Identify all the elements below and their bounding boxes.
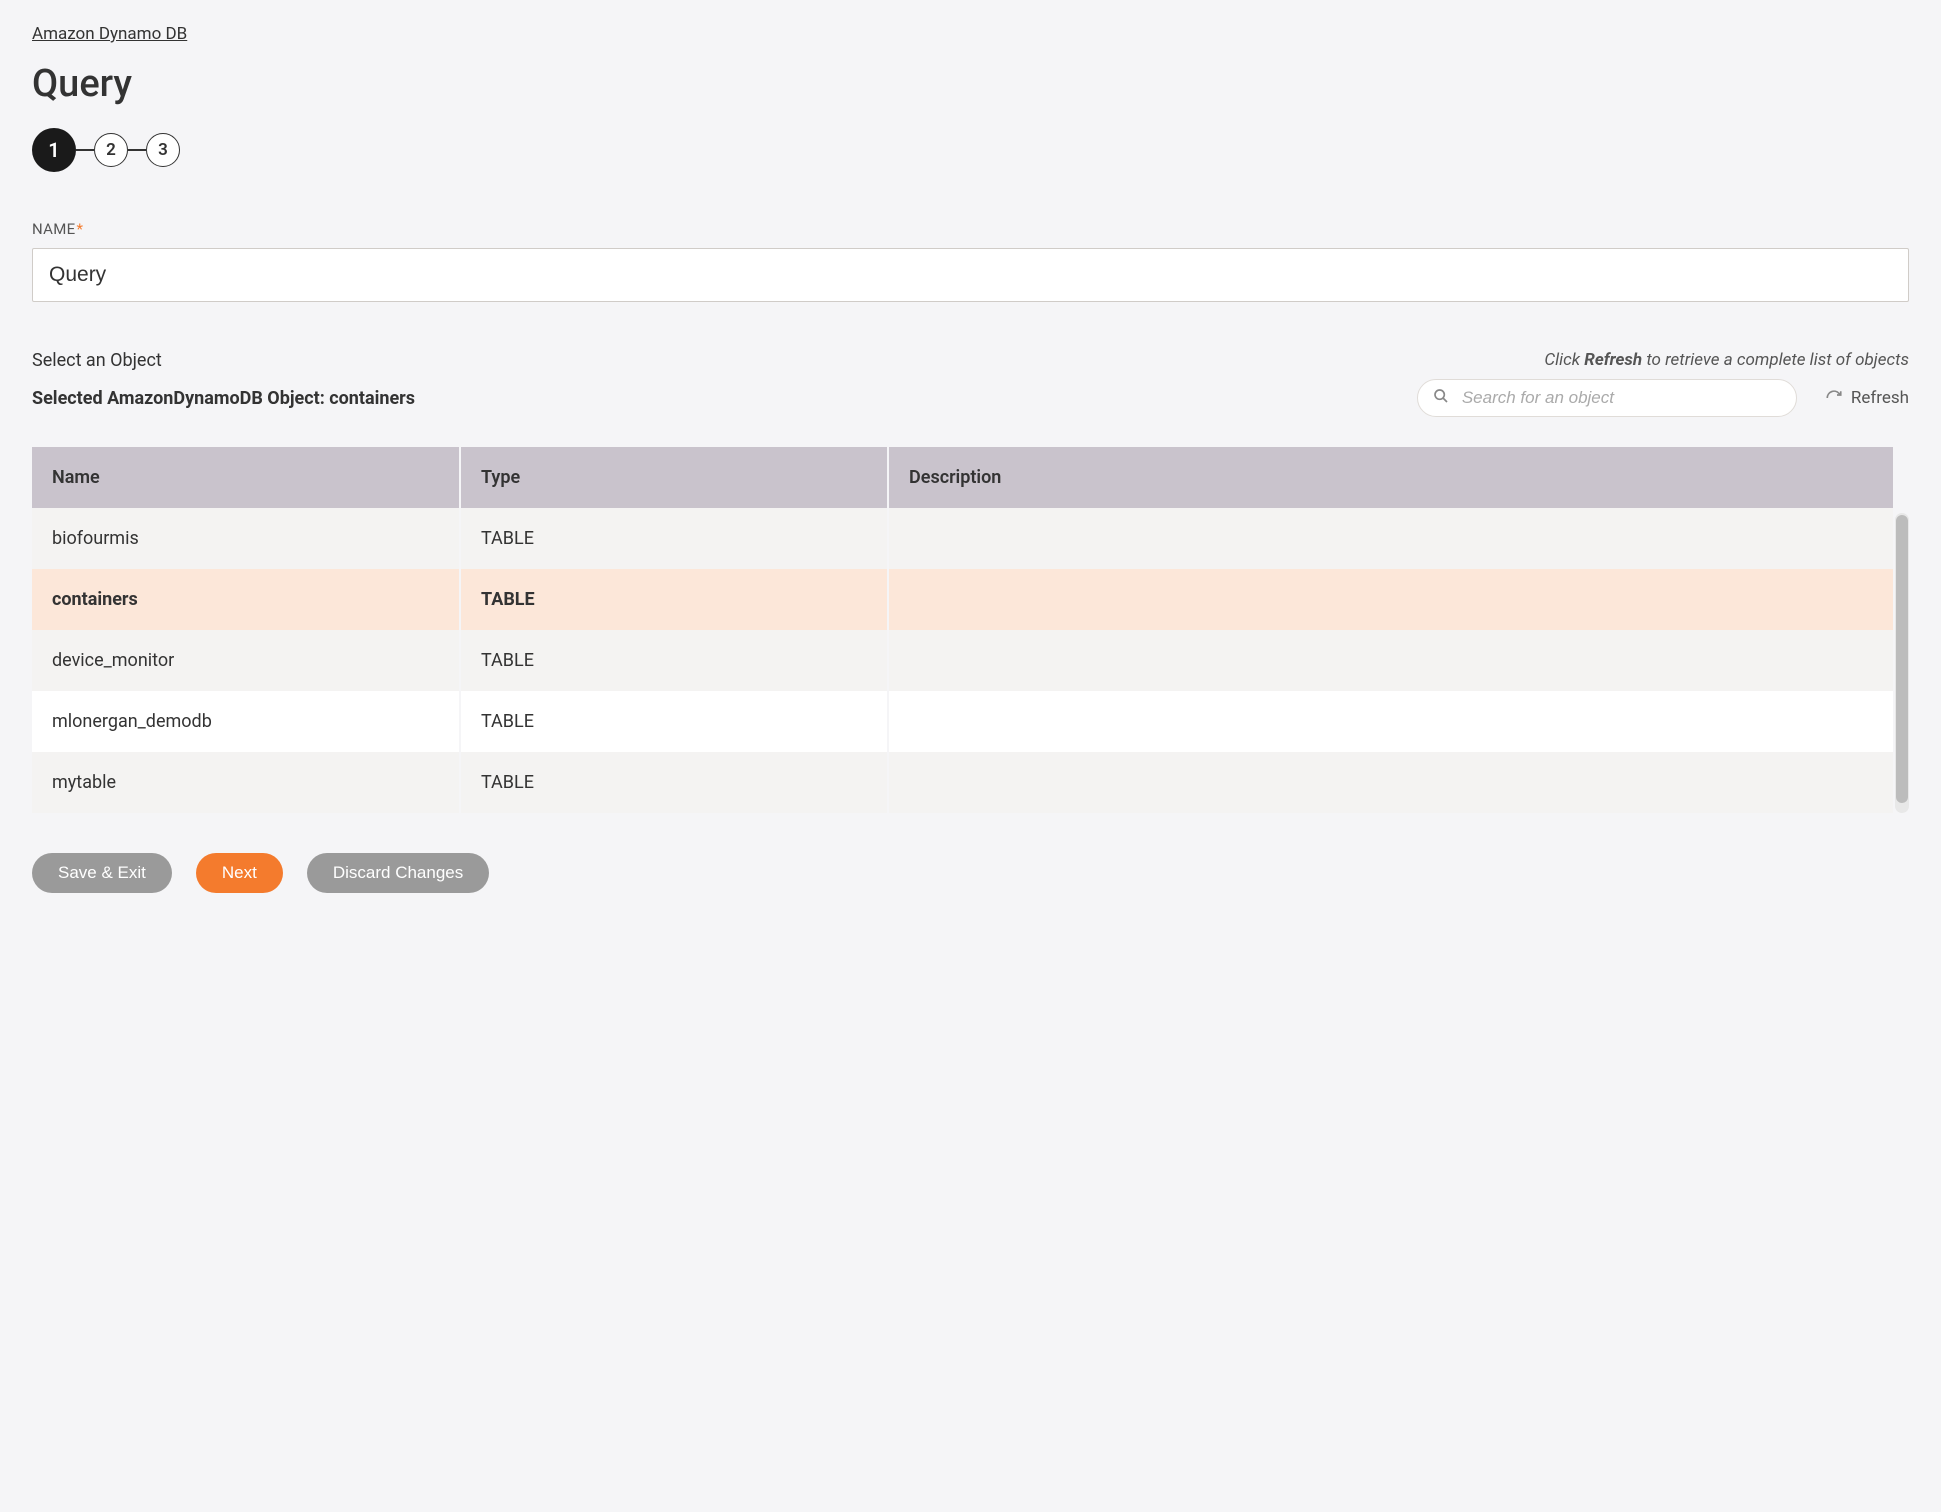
page-title: Query xyxy=(32,62,1909,106)
save-exit-button[interactable]: Save & Exit xyxy=(32,853,172,893)
cell-name: containers xyxy=(32,569,460,630)
refresh-icon xyxy=(1825,389,1843,407)
table-row[interactable]: containersTABLE xyxy=(32,569,1893,630)
object-table-wrap: Name Type Description biofourmisTABLEcon… xyxy=(32,447,1909,813)
step-connector xyxy=(76,149,94,151)
table-header-name: Name xyxy=(32,447,460,508)
refresh-label: Refresh xyxy=(1851,388,1909,408)
table-row[interactable]: mytableTABLE xyxy=(32,752,1893,813)
cell-description xyxy=(888,630,1893,691)
table-row[interactable]: mlonergan_demodbTABLE xyxy=(32,691,1893,752)
cell-type: TABLE xyxy=(460,569,888,630)
cell-name: mlonergan_demodb xyxy=(32,691,460,752)
action-bar: Save & Exit Next Discard Changes xyxy=(32,853,1909,893)
table-header-description: Description xyxy=(888,447,1893,508)
search-object-input[interactable] xyxy=(1417,379,1797,417)
search-icon xyxy=(1433,388,1449,408)
cell-name: biofourmis xyxy=(32,508,460,569)
step-1[interactable]: 1 xyxy=(32,128,76,172)
next-button[interactable]: Next xyxy=(196,853,283,893)
select-object-label: Select an Object xyxy=(32,350,162,371)
refresh-button[interactable]: Refresh xyxy=(1825,388,1909,408)
cell-type: TABLE xyxy=(460,691,888,752)
step-3[interactable]: 3 xyxy=(146,133,180,167)
cell-description xyxy=(888,508,1893,569)
cell-type: TABLE xyxy=(460,630,888,691)
cell-description xyxy=(888,752,1893,813)
cell-name: device_monitor xyxy=(32,630,460,691)
cell-name: mytable xyxy=(32,752,460,813)
table-header-type: Type xyxy=(460,447,888,508)
cell-type: TABLE xyxy=(460,752,888,813)
step-connector xyxy=(128,149,146,151)
step-2[interactable]: 2 xyxy=(94,133,128,167)
selected-object-label: Selected AmazonDynamoDB Object: containe… xyxy=(32,388,415,409)
stepper: 1 2 3 xyxy=(32,128,1909,172)
name-field-label: NAME* xyxy=(32,220,1909,238)
discard-changes-button[interactable]: Discard Changes xyxy=(307,853,489,893)
name-input[interactable] xyxy=(32,248,1909,302)
refresh-hint: Click Refresh to retrieve a complete lis… xyxy=(1544,350,1909,370)
scrollbar-thumb[interactable] xyxy=(1896,515,1908,803)
breadcrumb-link[interactable]: Amazon Dynamo DB xyxy=(32,24,187,44)
cell-description xyxy=(888,569,1893,630)
cell-description xyxy=(888,691,1893,752)
cell-type: TABLE xyxy=(460,508,888,569)
object-table: Name Type Description biofourmisTABLEcon… xyxy=(32,447,1893,813)
table-row[interactable]: device_monitorTABLE xyxy=(32,630,1893,691)
table-row[interactable]: biofourmisTABLE xyxy=(32,508,1893,569)
table-scrollbar[interactable] xyxy=(1895,513,1909,813)
required-mark: * xyxy=(76,220,83,238)
